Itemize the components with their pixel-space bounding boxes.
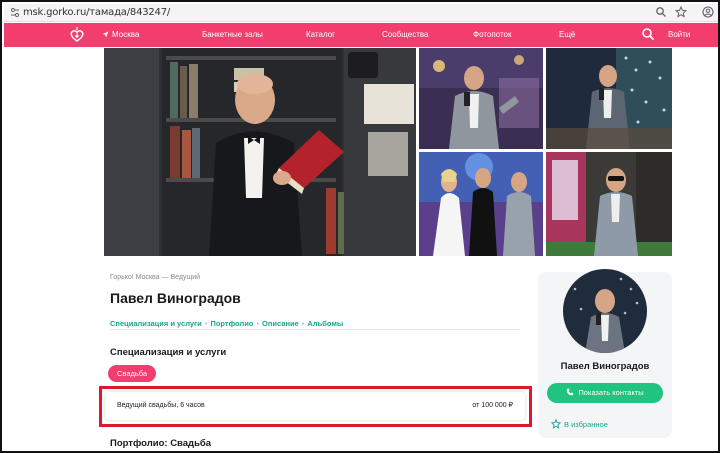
side-card-name: Павел Виноградов (560, 361, 650, 372)
nav-item-more[interactable]: Ещё (559, 29, 575, 41)
city-label: Москва (112, 30, 140, 39)
nav-item-photostream[interactable]: Фотопоток (473, 29, 512, 41)
site-navbar: Москва Банкетные залы Каталог Сообщества… (4, 23, 718, 47)
bookmark-star-icon[interactable] (674, 5, 688, 20)
url-text[interactable]: msk.gorko.ru/тамада/843247/ (23, 6, 170, 20)
nav-item-banquet-halls[interactable]: Банкетные залы (202, 29, 263, 41)
anchor-link-specialization[interactable]: Специализация и услуги (110, 319, 202, 328)
divider (110, 329, 520, 330)
highlight-annotation-box (99, 386, 532, 427)
avatar[interactable] (563, 269, 647, 353)
phone-icon (567, 388, 574, 396)
gorko-logo-icon[interactable] (68, 26, 86, 44)
browser-window: msk.gorko.ru/тамада/843247/ Москва Банке… (0, 0, 720, 453)
tune-icon[interactable] (10, 7, 20, 18)
wedding-tag[interactable]: Свадьба (108, 365, 157, 382)
login-link[interactable]: Войти (668, 29, 690, 41)
search-icon[interactable] (641, 27, 655, 41)
address-bar[interactable]: msk.gorko.ru/тамада/843247/ (4, 4, 718, 22)
account-icon[interactable] (701, 6, 715, 20)
breadcrumb[interactable]: Горько! Москва — Ведущий (110, 273, 200, 282)
city-selector[interactable]: Москва (102, 29, 139, 41)
location-arrow-icon (102, 31, 109, 38)
separator-dot: • (301, 319, 305, 328)
photo-thumbnail-2[interactable] (546, 48, 672, 149)
portfolio-section-title: Портфолио: Свадьба (110, 438, 212, 449)
separator-dot: • (256, 319, 260, 328)
show-contacts-button[interactable]: Показать контакты (547, 383, 663, 403)
anchor-links: Специализация и услуги • Портфолио • Описани… (110, 313, 343, 328)
separator-dot: • (204, 319, 208, 328)
star-icon (551, 419, 561, 429)
nav-item-catalog[interactable]: Каталог (306, 29, 335, 41)
zoom-icon[interactable] (654, 6, 668, 20)
photo-thumbnail-4[interactable] (546, 152, 672, 256)
anchor-link-description[interactable]: Описание (262, 319, 299, 328)
main-photo[interactable] (104, 48, 416, 256)
anchor-link-portfolio[interactable]: Портфолио (210, 319, 253, 328)
show-contacts-label: Показать контакты (578, 388, 644, 397)
page-title: Павел Виноградов (110, 290, 241, 306)
add-to-favorites-link[interactable]: В избранное (551, 414, 608, 429)
nav-item-communities[interactable]: Сообщества (382, 29, 428, 41)
profile-side-card: Павел Виноградов Показать контакты В изб… (538, 269, 672, 438)
specialization-section-title: Специализация и услуги (110, 347, 227, 358)
anchor-link-albums[interactable]: Альбомы (307, 319, 343, 328)
photo-thumbnail-3[interactable] (419, 152, 543, 256)
photo-thumbnail-1[interactable] (419, 48, 543, 149)
favorites-label: В избранное (564, 420, 608, 429)
